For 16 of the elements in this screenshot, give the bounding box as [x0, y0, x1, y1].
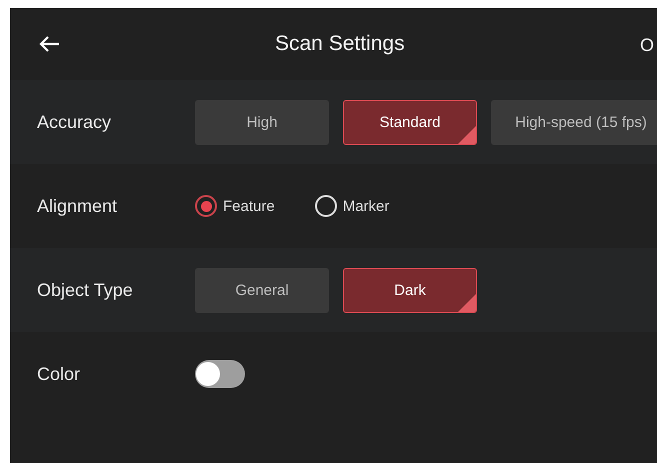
option-button[interactable]: High-speed (15 fps) [491, 100, 657, 144]
setting-label: Object Type [36, 280, 134, 300]
header-action[interactable]: O [640, 35, 654, 56]
radio-button[interactable] [195, 195, 217, 217]
setting-label: Alignment [36, 196, 118, 216]
toggle-switch[interactable] [195, 360, 245, 388]
radio-label[interactable]: Feature [223, 198, 275, 214]
screen-title: Scan Settings [275, 32, 405, 56]
option-button[interactable]: Standard [343, 100, 477, 144]
option-button[interactable]: High [195, 100, 329, 144]
radio-label[interactable]: Marker [342, 198, 390, 214]
back-arrow-icon[interactable] [38, 35, 60, 53]
option-button[interactable]: Dark [343, 268, 477, 312]
option-button[interactable]: General [195, 268, 329, 312]
setting-label: Color [36, 364, 82, 384]
setting-label: Accuracy [36, 112, 112, 132]
